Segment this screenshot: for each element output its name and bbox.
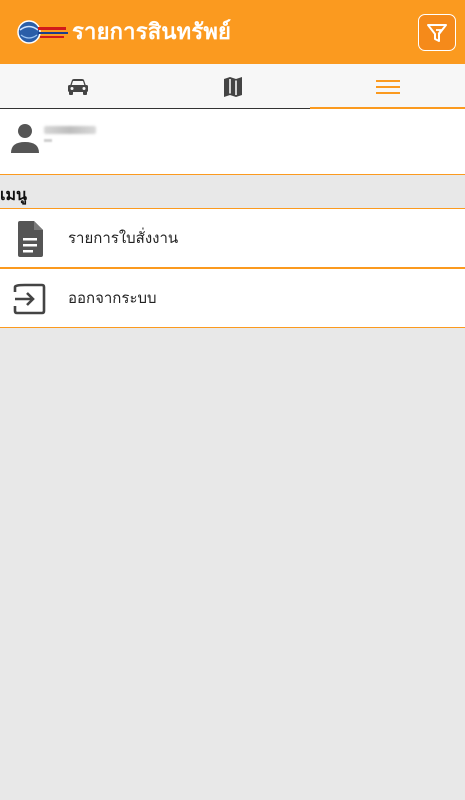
filter-button[interactable] bbox=[418, 14, 456, 51]
user-profile bbox=[0, 109, 465, 175]
tab-map[interactable] bbox=[155, 64, 310, 109]
menu-item-logout[interactable]: ออกจากระบบ bbox=[0, 268, 465, 328]
filter-icon bbox=[427, 23, 447, 42]
page-title: รายการสินทรัพย์ bbox=[72, 20, 232, 45]
company-logo bbox=[17, 20, 68, 44]
map-icon bbox=[223, 76, 242, 97]
person-icon bbox=[11, 124, 39, 153]
logout-icon bbox=[13, 282, 47, 316]
menu-item-label: รายการใบสั่งงาน bbox=[68, 229, 179, 247]
menu-icon bbox=[375, 79, 400, 94]
car-icon bbox=[67, 78, 88, 95]
app-bar: รายการสินทรัพย์ bbox=[0, 0, 465, 64]
tab-vehicles[interactable] bbox=[0, 64, 155, 109]
menu-item-work-orders[interactable]: รายการใบสั่งงาน bbox=[0, 208, 465, 268]
tab-bar bbox=[0, 64, 465, 109]
document-icon bbox=[13, 221, 47, 257]
user-detail-redacted bbox=[44, 139, 52, 142]
user-name-redacted bbox=[44, 126, 96, 134]
tab-menu[interactable] bbox=[310, 64, 465, 109]
menu-section-label: เมนู bbox=[0, 185, 27, 204]
menu-item-label: ออกจากระบบ bbox=[68, 289, 157, 307]
